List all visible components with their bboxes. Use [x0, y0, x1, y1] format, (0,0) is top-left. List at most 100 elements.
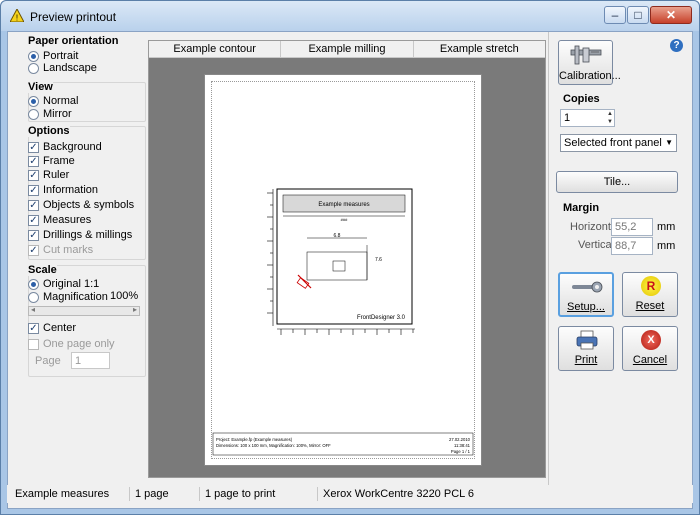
sheet-title: Example measures: [318, 202, 369, 208]
check-icon: ✓: [28, 184, 39, 196]
status-pages: 1 page: [135, 488, 169, 500]
status-divider: [317, 487, 318, 501]
radio-indicator: [28, 95, 39, 107]
footer-time: 11:38:41: [454, 443, 471, 448]
option-label: Drillings & millings: [43, 229, 133, 241]
check-icon: ✓: [28, 141, 39, 153]
drillings-millings-checkbox[interactable]: ✓ Drillings & millings: [28, 228, 132, 242]
calibration-label: Calibration...: [559, 70, 621, 82]
option-label: Frame: [43, 155, 75, 167]
client-area: Paper orientation Portrait Landscape Vie…: [7, 31, 693, 509]
cut-marks-checkbox[interactable]: ✓ Cut marks: [28, 243, 93, 257]
check-icon: ✓: [28, 229, 39, 241]
page-value: 1: [75, 355, 82, 367]
tab-example-contour[interactable]: Example contour: [149, 41, 282, 58]
mirror-label: Mirror: [43, 108, 72, 120]
horizontal-margin-field[interactable]: 55,2: [611, 218, 653, 236]
status-divider: [199, 487, 200, 501]
svg-text:!: !: [16, 14, 18, 23]
setup-button[interactable]: Setup...: [558, 272, 614, 317]
mirror-radio[interactable]: Mirror: [28, 107, 72, 121]
scale-title: Scale: [28, 264, 57, 276]
option-label: Ruler: [43, 169, 70, 181]
margin-title: Margin: [563, 202, 600, 214]
radio-indicator: [28, 108, 39, 120]
radio-indicator: [28, 278, 39, 290]
preview-page: Example measures ### 6.8 7.6 FrontDesign…: [204, 74, 482, 466]
radio-indicator: [28, 50, 39, 62]
objects-symbols-checkbox[interactable]: ✓ Objects & symbols: [28, 198, 134, 212]
cancel-button[interactable]: X Cancel: [622, 326, 678, 371]
status-printer: Xerox WorkCentre 3220 PCL 6: [323, 488, 475, 500]
print-button[interactable]: Print: [558, 326, 614, 371]
chevron-down-icon: ▼: [665, 138, 673, 147]
setup-label: Setup...: [567, 301, 605, 313]
stepper-down-icon[interactable]: ▼: [607, 118, 613, 126]
status-bar: Example measures 1 page 1 page to print …: [7, 485, 693, 503]
information-checkbox[interactable]: ✓ Information: [28, 183, 98, 197]
check-icon: ✓: [28, 155, 39, 167]
preview-area: Example contour Example milling Example …: [148, 40, 546, 478]
panel-drawing: Example measures ### 6.8 7.6 FrontDesign…: [212, 188, 474, 456]
measures-checkbox[interactable]: ✓ Measures: [28, 213, 91, 227]
minimize-button[interactable]: –: [604, 6, 626, 24]
printer-icon: [576, 330, 598, 350]
landscape-label: Landscape: [43, 62, 97, 74]
normal-radio[interactable]: Normal: [28, 94, 78, 108]
check-icon: ✓: [28, 244, 39, 256]
magnification-slider[interactable]: ◂ ▸: [28, 305, 140, 316]
help-icon[interactable]: ?: [670, 39, 683, 52]
options-title: Options: [28, 125, 70, 137]
page-label: Page: [35, 355, 61, 367]
page-stepper[interactable]: 1: [71, 352, 110, 369]
tab-example-milling[interactable]: Example milling: [281, 41, 414, 58]
horizontal-ruler: [277, 328, 415, 335]
original-radio[interactable]: Original 1:1: [28, 277, 99, 291]
panel-select-value: Selected front panel: [564, 137, 662, 149]
close-button[interactable]: ✕: [650, 6, 692, 24]
calibration-button[interactable]: Calibration...: [558, 40, 621, 85]
radio-indicator: [28, 291, 39, 303]
print-label: Print: [574, 354, 598, 366]
vertical-margin-field[interactable]: 88,7: [611, 237, 653, 255]
reset-icon: R: [641, 276, 661, 296]
copies-title: Copies: [563, 93, 600, 105]
maximize-button[interactable]: □: [627, 6, 649, 24]
status-divider: [129, 487, 130, 501]
splitter[interactable]: [548, 32, 549, 490]
option-label: Cut marks: [43, 244, 94, 256]
dim-width-label: 6.8: [334, 233, 341, 239]
magnification-radio[interactable]: Magnification: [28, 290, 108, 304]
magnification-value: 100%: [110, 290, 139, 302]
footer-date: 27.02.2010: [449, 437, 471, 442]
option-label: Objects & symbols: [43, 199, 135, 211]
panel-tabs: Example contour Example milling Example …: [149, 41, 545, 58]
view-title: View: [28, 81, 53, 93]
landscape-radio[interactable]: Landscape: [28, 61, 97, 75]
window-title: Preview printout: [30, 10, 117, 24]
slider-right-arrow-icon: ▸: [132, 305, 137, 314]
background-checkbox[interactable]: ✓ Background: [28, 140, 102, 154]
caliper-icon: [570, 45, 602, 65]
tab-example-stretch[interactable]: Example stretch: [413, 41, 545, 58]
stepper-up-icon[interactable]: ▲: [607, 110, 613, 118]
panel-select[interactable]: Selected front panel ▼: [560, 134, 677, 152]
center-checkbox[interactable]: ✓ Center: [28, 321, 76, 335]
copies-stepper[interactable]: 1 ▲ ▼: [560, 109, 615, 127]
reset-label: Reset: [635, 300, 665, 312]
check-icon: [28, 338, 39, 350]
tile-button[interactable]: Tile...: [556, 171, 678, 193]
magnification-label: Magnification: [43, 291, 108, 303]
cancel-icon: X: [641, 330, 661, 350]
reset-button[interactable]: R Reset: [622, 272, 678, 317]
dim-height-label: 7.6: [375, 257, 382, 263]
vertical-unit: mm: [657, 240, 676, 252]
footer-dimensions: Dimensions: 100 x 100 mm, Magnification:…: [216, 443, 331, 448]
orientation-title: Paper orientation: [28, 35, 119, 47]
status-to-print: 1 page to print: [205, 488, 276, 500]
frame-checkbox[interactable]: ✓ Frame: [28, 154, 75, 168]
ruler-checkbox[interactable]: ✓ Ruler: [28, 168, 69, 182]
one-page-only-checkbox[interactable]: One page only: [28, 337, 115, 351]
sheet-sub-label: ###: [341, 217, 348, 222]
one-page-only-label: One page only: [43, 338, 115, 350]
